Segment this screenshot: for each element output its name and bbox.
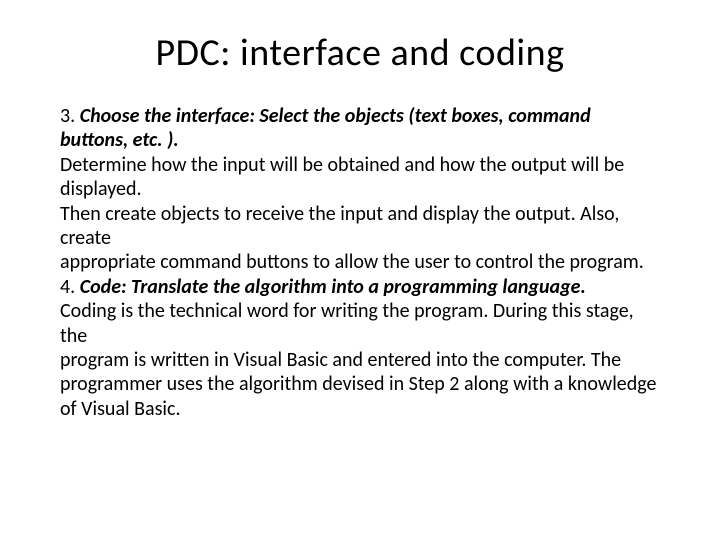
step-3-text-3: appropriate command buttons to allow the… [60, 250, 660, 274]
step-3-title: Choose the interface: Select the objects… [60, 104, 591, 152]
slide-body: 3. Choose the interface: Select the obje… [60, 104, 660, 421]
step-4-text-1: Coding is the technical word for writing… [60, 299, 660, 348]
step-4-title: Code: Translate the algorithm into a pro… [80, 275, 586, 299]
step-4-number: 4. [60, 275, 80, 299]
step-3-heading: 3. Choose the interface: Select the obje… [60, 104, 660, 153]
step-3-text-1: Determine how the input will be obtained… [60, 153, 660, 202]
slide-title: PDC: interface and coding [60, 30, 660, 76]
step-4-text-2: program is written in Visual Basic and e… [60, 348, 660, 421]
step-4-heading: 4. Code: Translate the algorithm into a … [60, 275, 660, 299]
step-3-text-2: Then create objects to receive the input… [60, 202, 660, 251]
step-3-number: 3. [60, 104, 80, 128]
